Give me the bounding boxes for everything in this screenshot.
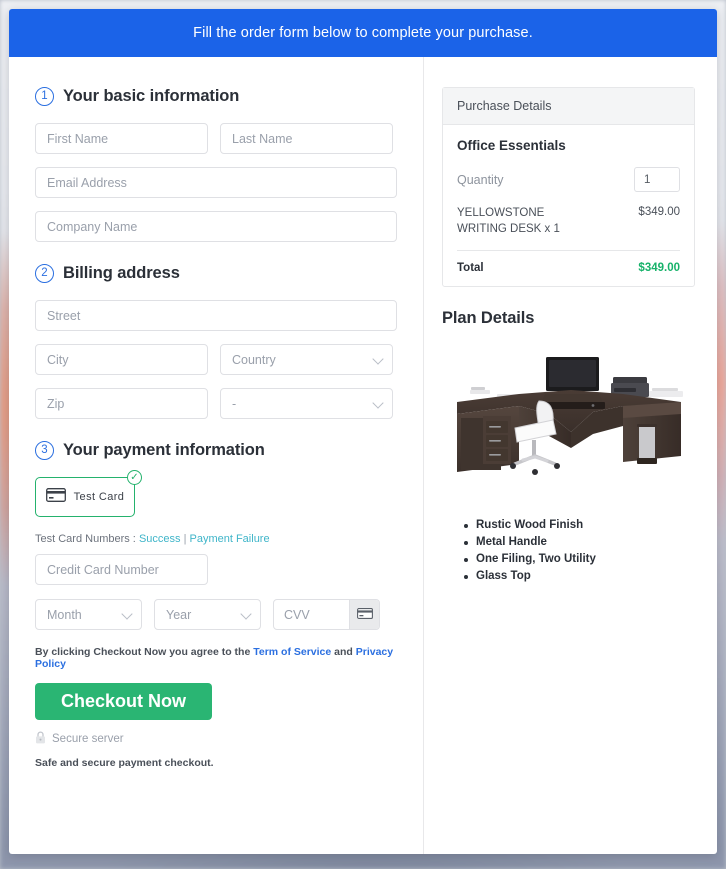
lock-icon xyxy=(35,731,46,747)
step-number-1: 1 xyxy=(35,87,54,106)
test-card-numbers-label: Test Card Numbers : xyxy=(35,533,136,545)
banner-text: Fill the order form below to complete yo… xyxy=(193,25,533,41)
link-separator: | xyxy=(183,533,187,545)
street-input[interactable]: Street xyxy=(35,300,397,331)
zip-state-row: Zip - xyxy=(35,388,397,419)
quantity-row: Quantity 1 xyxy=(457,167,680,192)
plan-details-title: Plan Details xyxy=(442,309,535,328)
chevron-down-icon xyxy=(121,607,133,620)
email-row: Email Address xyxy=(35,167,397,198)
terms-conjunction: and xyxy=(334,646,353,658)
checkout-card: Fill the order form below to complete yo… xyxy=(9,9,717,854)
credit-card-number-input[interactable]: Credit Card Number xyxy=(35,554,208,585)
success-link[interactable]: Success xyxy=(139,533,181,545)
feature-list: Rustic Wood Finish Metal Handle One Fili… xyxy=(442,519,695,582)
step-number-3: 3 xyxy=(35,441,54,460)
banner: Fill the order form below to complete yo… xyxy=(9,9,717,57)
state-select-value: - xyxy=(232,396,237,411)
total-label: Total xyxy=(457,262,484,275)
quantity-label: Quantity xyxy=(457,172,504,187)
name-row: First Name Last Name xyxy=(35,123,397,154)
quantity-input[interactable]: 1 xyxy=(634,167,680,192)
last-name-input[interactable]: Last Name xyxy=(220,123,393,154)
line-item-price: $349.00 xyxy=(638,206,680,218)
chevron-down-icon xyxy=(372,396,384,409)
email-input[interactable]: Email Address xyxy=(35,167,397,198)
card-body: 1 Your basic information First Name Last… xyxy=(9,57,717,854)
total-row: Total $349.00 xyxy=(457,251,680,274)
credit-card-icon xyxy=(45,487,66,507)
order-form-column: 1 Your basic information First Name Last… xyxy=(9,57,424,854)
feature-item: Rustic Wood Finish xyxy=(464,519,695,531)
zip-input[interactable]: Zip xyxy=(35,388,208,419)
step-title-payment-information: Your payment information xyxy=(63,441,265,459)
step-title-basic-information: Your basic information xyxy=(63,87,240,105)
chevron-down-icon xyxy=(372,352,384,365)
total-value: $349.00 xyxy=(638,262,680,275)
test-card-option[interactable]: Test Card xyxy=(35,477,135,517)
city-country-row: City Country xyxy=(35,344,397,375)
terms-note: By clicking Checkout Now you agree to th… xyxy=(35,646,397,670)
expiry-month-select[interactable]: Month xyxy=(35,599,142,630)
first-name-input[interactable]: First Name xyxy=(35,123,208,154)
product-image xyxy=(442,342,695,497)
city-input[interactable]: City xyxy=(35,344,208,375)
purchase-details-panel: Purchase Details Office Essentials Quant… xyxy=(442,87,695,288)
test-card-option-label: Test Card xyxy=(73,491,125,503)
secure-server-note: Secure server xyxy=(35,731,397,747)
step-heading-billing-address: 2 Billing address xyxy=(35,264,397,283)
expiry-year-select[interactable]: Year xyxy=(154,599,261,630)
step-number-2: 2 xyxy=(35,264,54,283)
feature-item: One Filing, Two Utility xyxy=(464,553,695,565)
term-of-service-link[interactable]: Term of Service xyxy=(253,646,331,658)
purchase-details-header: Purchase Details xyxy=(443,88,694,125)
line-item-name: YELLOWSTONE WRITING DESK x 1 xyxy=(457,207,560,235)
chevron-down-icon xyxy=(240,607,252,620)
cvv-help-button[interactable] xyxy=(349,600,379,629)
check-circle-icon: ✓ xyxy=(127,470,142,485)
state-select[interactable]: - xyxy=(220,388,393,419)
payment-failure-link[interactable]: Payment Failure xyxy=(190,533,270,545)
country-select-value: Country xyxy=(232,352,276,367)
secure-server-label: Secure server xyxy=(52,733,124,745)
summary-column: Purchase Details Office Essentials Quant… xyxy=(424,57,717,854)
country-select[interactable]: Country xyxy=(220,344,393,375)
line-item-row: YELLOWSTONE WRITING DESK x 1 $349.00 xyxy=(457,206,680,252)
step-heading-basic-information: 1 Your basic information xyxy=(35,87,397,106)
terms-prefix: By clicking Checkout Now you agree to th… xyxy=(35,646,251,658)
test-card-option-wrapper: Test Card ✓ xyxy=(35,470,142,517)
checkout-now-button[interactable]: Checkout Now xyxy=(35,683,213,720)
company-name-input[interactable]: Company Name xyxy=(35,211,397,242)
expiry-month-value: Month xyxy=(47,607,82,622)
credit-card-icon xyxy=(356,606,373,624)
product-name: Office Essentials xyxy=(457,138,566,153)
test-card-numbers-note: Test Card Numbers : Success | Payment Fa… xyxy=(35,533,397,545)
expiry-cvv-row: Month Year CVV xyxy=(35,599,397,630)
purchase-details-body: Office Essentials Quantity 1 YELLOWSTONE… xyxy=(443,125,694,286)
street-row: Street xyxy=(35,300,397,331)
cvv-field-group: CVV xyxy=(273,599,380,630)
step-title-billing-address: Billing address xyxy=(63,264,180,282)
feature-item: Glass Top xyxy=(464,570,695,582)
cvv-input[interactable]: CVV xyxy=(274,600,349,629)
company-row: Company Name xyxy=(35,211,397,242)
safe-checkout-note: Safe and secure payment checkout. xyxy=(35,757,214,769)
step-heading-payment-information: 3 Your payment information xyxy=(35,441,397,460)
feature-item: Metal Handle xyxy=(464,536,695,548)
expiry-year-value: Year xyxy=(166,607,192,622)
